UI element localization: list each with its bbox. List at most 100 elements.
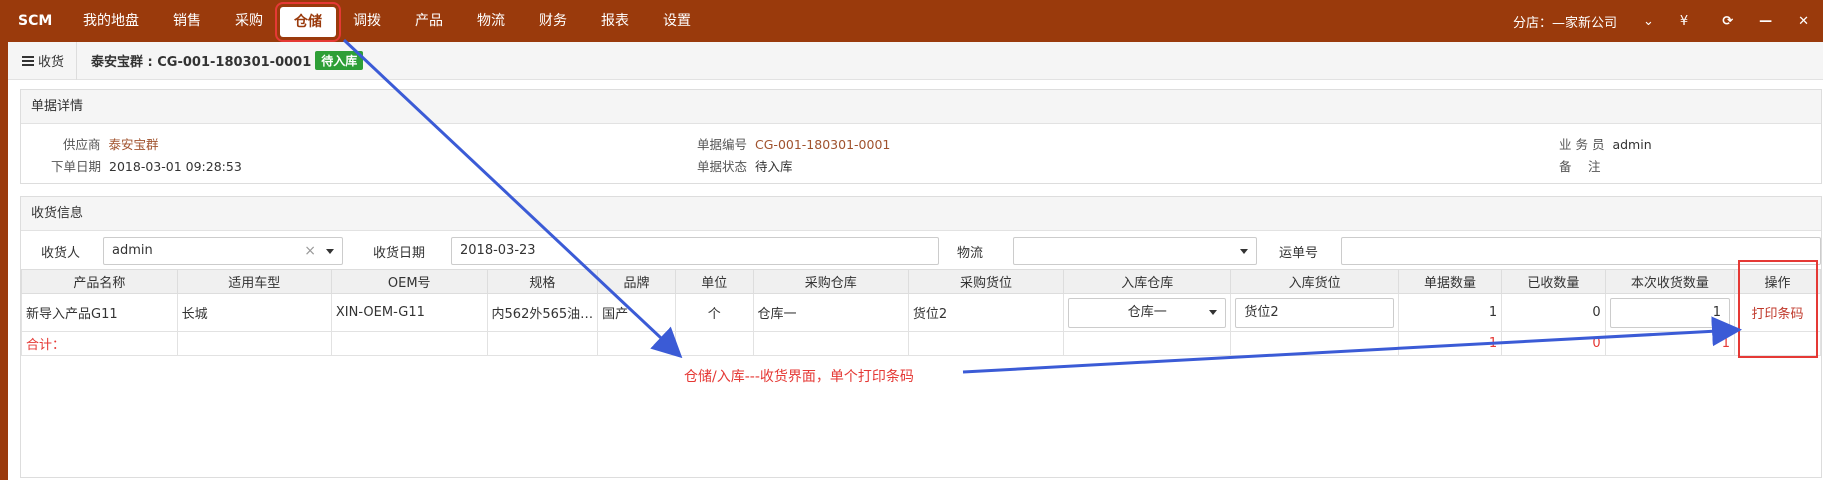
col-action: 操作 — [1734, 269, 1821, 294]
receive-heading: 收货信息 — [21, 197, 1821, 231]
order-date-row: 下单日期 2018-03-01 09:28:53 — [51, 156, 242, 175]
receive-date-input[interactable]: 2018-03-23 — [451, 237, 939, 265]
nav-item-warehouse[interactable]: 仓储 — [275, 2, 341, 42]
app-window: SCM 我的地盘 销售 采购 仓储 调拨 产品 物流 财务 报表 设置 分店：—… — [0, 0, 1823, 480]
breadcrumb: 收货 泰安宝群 : CG-001-180301-0001 待入库 — [8, 41, 1823, 80]
in-warehouse-select[interactable]: 仓库一 — [1068, 297, 1227, 328]
this-qty-input[interactable]: 1 — [1609, 297, 1731, 328]
col-purchase-warehouse: 采购仓库 — [752, 269, 909, 294]
refresh-icon[interactable]: ⟳ — [1722, 14, 1733, 29]
chevron-down-icon[interactable]: ⌄ — [1643, 14, 1654, 29]
chevron-down-icon — [1240, 249, 1248, 254]
receive-items-table: 产品名称 适用车型 OEM号 规格 品牌 单位 采购仓库 采购货位 入库仓库 入… — [21, 269, 1821, 356]
in-location-input[interactable]: 货位2 — [1235, 297, 1394, 328]
logistics-select[interactable] — [1013, 237, 1257, 265]
cell-purchase-location: 货位2 — [907, 293, 1065, 332]
document-detail-panel: 单据详情 供应商 泰安宝群 下单日期 2018-03-01 09:28:53 单据编… — [20, 89, 1822, 184]
receive-date-label: 收货日期 — [373, 246, 426, 261]
total-label: 合计： — [21, 331, 178, 356]
waybill-input[interactable] — [1341, 237, 1821, 265]
logistics-label: 物流 — [957, 246, 984, 261]
salesman-row: 业 务 员 admin — [1559, 134, 1652, 153]
nav-item-purchase[interactable]: 采购 — [218, 0, 280, 42]
receiver-select[interactable]: admin × — [103, 237, 343, 265]
cell-this-qty: 1 — [1604, 293, 1736, 332]
receiver-label: 收货人 — [41, 246, 81, 261]
nav-item-settings[interactable]: 设置 — [646, 0, 708, 42]
breadcrumb-home[interactable]: 收货 — [8, 41, 78, 80]
close-icon[interactable]: ✕ — [1798, 14, 1809, 29]
print-barcode-link[interactable]: 打印条码 — [1752, 307, 1804, 322]
receiver-value: admin — [112, 243, 153, 258]
chevron-down-icon — [1209, 309, 1218, 315]
cell-in-warehouse: 仓库一 — [1063, 293, 1232, 332]
total-doc-qty: 1 — [1397, 331, 1503, 356]
page-title: 泰安宝群 : CG-001-180301-0001 — [91, 55, 312, 70]
receive-info-panel: 收货信息 收货人 admin × 收货日期 2018-03-23 物流 运单号 — [20, 196, 1822, 478]
remark-row: 备 注 — [1559, 156, 1608, 175]
cell-action: 打印条码 — [1734, 293, 1821, 332]
cell-unit: 个 — [674, 293, 754, 332]
col-spec: 规格 — [486, 269, 599, 294]
nav-item-logistics[interactable]: 物流 — [460, 0, 522, 42]
nav-item-reports[interactable]: 报表 — [584, 0, 646, 42]
cell-product-name: 新导入产品G11 — [21, 293, 178, 332]
table-header-row: 产品名称 适用车型 OEM号 规格 品牌 单位 采购仓库 采购货位 入库仓库 入… — [21, 269, 1821, 294]
branch-selector[interactable]: 分店：—家新公司 — [1513, 12, 1617, 31]
waybill-label: 运单号 — [1279, 246, 1319, 261]
detail-heading: 单据详情 — [21, 90, 1821, 124]
col-purchase-location: 采购货位 — [907, 269, 1065, 294]
clear-icon[interactable]: × — [304, 238, 316, 264]
col-brand: 品牌 — [597, 269, 676, 294]
doc-status-row: 单据状态 待入库 — [697, 156, 793, 175]
currency-icon[interactable]: ¥ — [1680, 14, 1688, 29]
navbar-right-tools: 分店：—家新公司 ⌄ ¥ ⟳ — ✕ — [1513, 0, 1809, 42]
col-received-qty: 已收数量 — [1501, 269, 1606, 294]
doc-status-value: 待入库 — [755, 159, 793, 174]
total-received-qty: 0 — [1501, 331, 1606, 356]
annotation-caption: 仓储/入库---收货界面，单个打印条码 — [684, 369, 914, 385]
top-navbar: SCM 我的地盘 销售 采购 仓储 调拨 产品 物流 财务 报表 设置 分店：—… — [8, 0, 1823, 42]
col-product-name: 产品名称 — [21, 269, 178, 294]
cell-in-location: 货位2 — [1230, 293, 1399, 332]
nav-item-transfer[interactable]: 调拨 — [336, 0, 398, 42]
doc-no-row: 单据编号 CG-001-180301-0001 — [697, 134, 890, 153]
doc-status-label: 单据状态 — [697, 159, 748, 174]
nav-item-sales[interactable]: 销售 — [156, 0, 218, 42]
breadcrumb-home-label: 收货 — [38, 55, 65, 70]
cell-received-qty: 0 — [1501, 293, 1606, 332]
minimize-icon[interactable]: — — [1759, 14, 1772, 29]
total-this-qty: 1 — [1604, 331, 1736, 356]
chevron-down-icon — [326, 249, 334, 254]
nav-item-my-area[interactable]: 我的地盘 — [66, 0, 156, 42]
nav-item-products[interactable]: 产品 — [398, 0, 460, 42]
receive-date-value: 2018-03-23 — [460, 243, 536, 258]
salesman-value: admin — [1612, 137, 1652, 152]
cell-car-model: 长城 — [176, 293, 332, 332]
doc-no-value[interactable]: CG-001-180301-0001 — [755, 137, 890, 152]
col-oem: OEM号 — [330, 269, 488, 294]
in-location-value: 货位2 — [1244, 304, 1279, 320]
total-row: 合计： 1 0 1 — [21, 331, 1821, 356]
supplier-value[interactable]: 泰安宝群 — [109, 137, 159, 152]
col-unit: 单位 — [674, 269, 754, 294]
supplier-label: 供应商 — [63, 137, 101, 152]
receive-form-row: 收货人 admin × 收货日期 2018-03-23 物流 运单号 — [21, 233, 1821, 269]
cell-oem: XIN-OEM-G11 — [330, 293, 488, 332]
order-date-label: 下单日期 — [51, 159, 102, 174]
cell-doc-qty: 1 — [1397, 293, 1503, 332]
in-warehouse-value: 仓库一 — [1127, 304, 1167, 320]
nav-item-finance[interactable]: 财务 — [522, 0, 584, 42]
remark-label: 备 注 — [1559, 159, 1601, 174]
col-doc-qty: 单据数量 — [1397, 269, 1503, 294]
col-in-location: 入库货位 — [1230, 269, 1399, 294]
table-row: 新导入产品G11 长城 XIN-OEM-G11 内562外565油… 国产 个 … — [21, 293, 1821, 332]
brand-logo: SCM — [18, 13, 53, 29]
cell-spec: 内562外565油… — [486, 293, 599, 332]
status-badge: 待入库 — [315, 51, 364, 70]
col-this-qty: 本次收货数量 — [1604, 269, 1736, 294]
doc-no-label: 单据编号 — [697, 137, 748, 152]
order-date-value: 2018-03-01 09:28:53 — [109, 159, 242, 174]
col-in-warehouse: 入库仓库 — [1063, 269, 1232, 294]
list-icon — [22, 55, 34, 66]
